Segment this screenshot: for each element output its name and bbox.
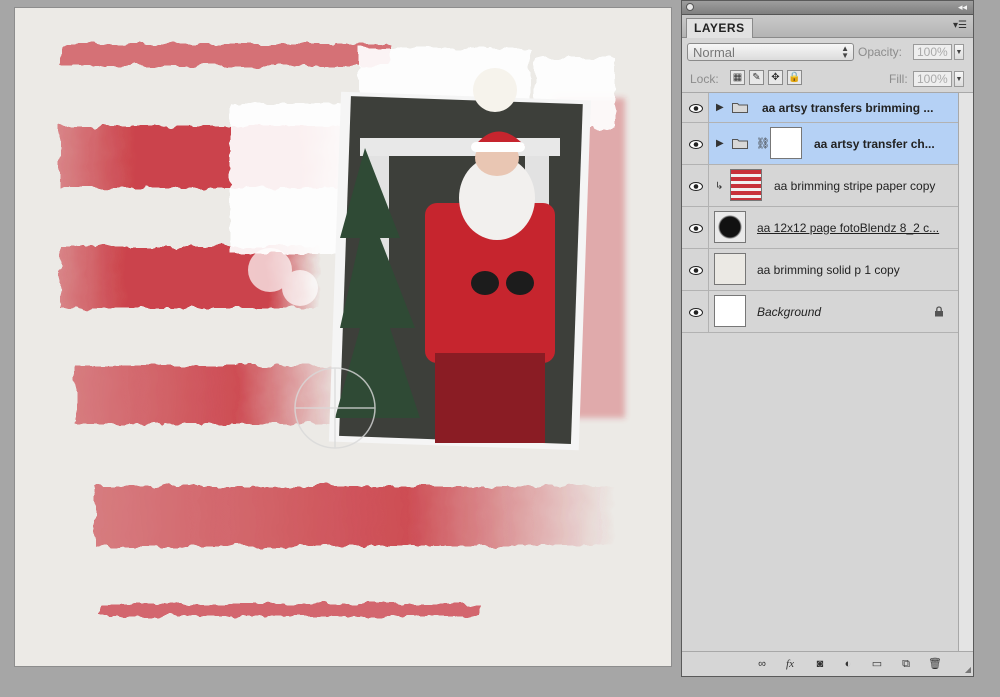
add-mask-icon[interactable]: ◙: [812, 656, 828, 672]
layer-row-photo[interactable]: aa 12x12 page fotoBlendz 8_2 c...: [682, 207, 958, 249]
eye-icon: [689, 139, 703, 149]
close-panel-button[interactable]: [686, 3, 694, 11]
layer-thumbnail[interactable]: [730, 169, 762, 201]
lock-position-icon[interactable]: ✥: [768, 70, 783, 85]
visibility-toggle[interactable]: [682, 291, 709, 332]
new-group-icon[interactable]: ▭: [869, 656, 885, 672]
panel-titlebar[interactable]: ◂◂: [682, 1, 973, 15]
blend-mode-select[interactable]: Normal ▲ ▼: [687, 43, 854, 61]
visibility-toggle[interactable]: [682, 93, 709, 122]
visibility-toggle[interactable]: [682, 165, 709, 206]
resize-grip-icon[interactable]: ◢: [965, 665, 971, 674]
layer-name: aa artsy transfer ch...: [814, 136, 935, 151]
fill-field[interactable]: 100%: [913, 71, 952, 87]
layer-row-solid-paper[interactable]: aa brimming solid p 1 copy: [682, 249, 958, 291]
link-layers-icon[interactable]: ∞: [754, 656, 770, 672]
updown-arrows-icon: ▲ ▼: [841, 44, 849, 60]
panel-menu-icon[interactable]: ▾☰: [953, 20, 967, 31]
panel-footer: ∞ fx ◙ ◐ ▭ ⧉ 🗑 ◢: [682, 651, 973, 676]
lock-row: Lock: ▦ ✎ ✥ 🔒 Fill: 100% ▼: [682, 64, 973, 93]
folder-icon: [732, 138, 748, 149]
folder-icon: [732, 102, 748, 113]
new-layer-icon[interactable]: ⧉: [898, 656, 914, 672]
layer-row-group-1[interactable]: ▶ aa artsy transfers brimming ...: [682, 93, 958, 123]
tab-layers[interactable]: LAYERS: [686, 18, 753, 38]
layer-thumbnail[interactable]: [714, 295, 746, 327]
layer-name: aa brimming solid p 1 copy: [757, 262, 900, 277]
visibility-toggle[interactable]: [682, 123, 709, 164]
eye-icon: [689, 223, 703, 233]
blend-mode-value: Normal: [693, 45, 735, 60]
lock-transparent-pixels-icon[interactable]: ▦: [730, 70, 745, 85]
eye-icon: [689, 181, 703, 191]
layers-panel: ◂◂ LAYERS ▾☰ Normal ▲ ▼ Opacity: 100% ▼ L…: [681, 0, 974, 677]
layer-row-stripe-paper[interactable]: ↳ aa brimming stripe paper copy: [682, 165, 958, 207]
eye-icon: [689, 307, 703, 317]
layer-row-background[interactable]: Background: [682, 291, 958, 333]
collapse-icon[interactable]: ◂◂: [958, 1, 967, 14]
lock-image-pixels-icon[interactable]: ✎: [749, 70, 764, 85]
trash-icon[interactable]: 🗑: [927, 656, 943, 672]
eye-icon: [689, 265, 703, 275]
fill-dropdown-icon[interactable]: ▼: [954, 71, 964, 87]
layers-list: ▶ aa artsy transfers brimming ... ▶ ⛓ aa…: [682, 93, 958, 653]
adjustment-layer-icon[interactable]: ◐: [840, 656, 856, 672]
lock-icon: [935, 306, 943, 317]
clipping-arrow-icon: ↳: [715, 181, 724, 192]
fill-label: Fill:: [889, 72, 908, 86]
scrapbook-artwork: [60, 44, 625, 616]
layer-name: aa 12x12 page fotoBlendz 8_2 c...: [757, 220, 940, 235]
visibility-toggle[interactable]: [682, 249, 709, 290]
fx-icon[interactable]: fx: [782, 656, 798, 672]
layer-name: aa brimming stripe paper copy: [774, 178, 936, 193]
santa-photo: [328, 68, 591, 451]
layer-thumbnail[interactable]: [714, 253, 746, 285]
chain-link-icon[interactable]: ⛓: [756, 137, 770, 150]
opacity-label: Opacity:: [858, 45, 903, 59]
layers-scrollbar[interactable]: [958, 93, 973, 653]
document-canvas[interactable]: [15, 8, 671, 666]
lock-all-icon[interactable]: 🔒: [787, 70, 802, 85]
expand-triangle-icon[interactable]: ▶: [716, 102, 724, 113]
layer-name: aa artsy transfers brimming ...: [762, 100, 934, 115]
blend-row: Normal ▲ ▼ Opacity: 100% ▼: [682, 38, 973, 64]
opacity-dropdown-icon[interactable]: ▼: [954, 44, 964, 60]
panel-tabbar: LAYERS ▾☰: [682, 15, 973, 38]
layer-thumbnail[interactable]: [714, 211, 746, 243]
visibility-toggle[interactable]: [682, 207, 709, 248]
layer-name: Background: [757, 304, 822, 319]
expand-triangle-icon[interactable]: ▶: [716, 138, 724, 149]
eye-icon: [689, 103, 703, 113]
layer-mask-thumbnail[interactable]: [770, 127, 802, 159]
lock-label: Lock:: [690, 72, 719, 86]
layer-row-group-2[interactable]: ▶ ⛓ aa artsy transfer ch...: [682, 123, 958, 165]
opacity-field[interactable]: 100%: [913, 44, 952, 60]
